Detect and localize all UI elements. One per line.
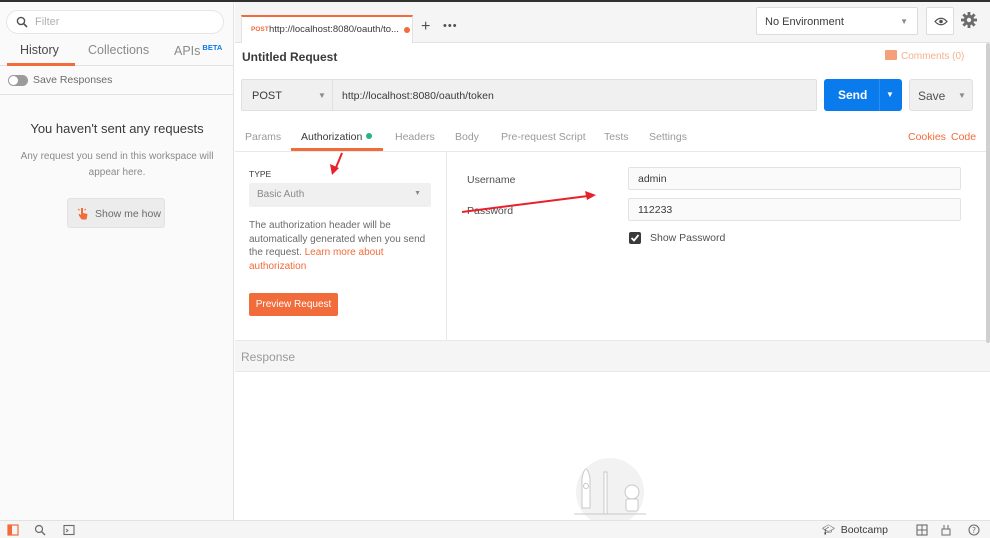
response-header: Response <box>235 340 990 372</box>
empty-state-title: You haven't sent any requests <box>30 121 204 136</box>
sidebar-toggle-icon[interactable] <box>7 524 19 536</box>
two-pane-view-icon[interactable] <box>916 524 928 536</box>
more-tabs-button[interactable]: ••• <box>443 20 458 32</box>
password-label: Password <box>467 205 514 217</box>
sidebar-divider <box>0 94 234 95</box>
comment-icon <box>885 50 897 60</box>
pointer-hand-icon <box>77 208 88 220</box>
method-select[interactable]: POST <box>252 90 282 102</box>
type-label: TYPE <box>249 169 272 179</box>
environment-select[interactable]: No Environment ▼ <box>756 7 918 35</box>
find-icon[interactable] <box>34 524 46 536</box>
tab-headers[interactable]: Headers <box>395 131 435 143</box>
code-link[interactable]: Code <box>951 131 976 143</box>
comments-label: Comments (0) <box>901 51 965 62</box>
tab-body[interactable]: Body <box>455 131 479 143</box>
tab-tests[interactable]: Tests <box>604 131 629 143</box>
url-bar: POST ▼ http://localhost:8080/oauth/token <box>241 79 817 111</box>
new-tab-button[interactable]: + <box>421 19 430 35</box>
chevron-down-icon: ▼ <box>318 91 326 100</box>
tab-history[interactable]: History <box>20 43 59 57</box>
tab-authorization[interactable]: Authorization <box>301 131 373 143</box>
save-button[interactable]: Save ▼ <box>909 79 973 111</box>
chevron-down-icon[interactable]: ▼ <box>958 91 966 100</box>
request-tabs-bar: POST http://localhost:8080/oauth/to... +… <box>235 2 990 43</box>
sidebar: Filter History Collections APIs BETA Save… <box>0 2 234 520</box>
bootcamp-label: Bootcamp <box>840 524 888 536</box>
tab-collections[interactable]: Collections <box>88 43 149 57</box>
tab-apis-label: APIs <box>174 44 201 59</box>
cookies-link[interactable]: Cookies <box>908 131 946 143</box>
auth-type-value: Basic Auth <box>257 189 305 200</box>
request-tab-url: http://localhost:8080/oauth/to... <box>269 24 399 35</box>
svg-text:?: ? <box>972 526 976 535</box>
rocket-astronaut-illustration <box>574 458 646 520</box>
sidebar-tabs: History Collections APIs BETA <box>0 38 234 66</box>
preview-request-button[interactable]: Preview Request <box>249 293 338 316</box>
bootcamp-button[interactable]: 🎓︎ Bootcamp <box>822 524 888 536</box>
tab-pre-request-script[interactable]: Pre-request Script <box>501 131 586 143</box>
graduation-cap-icon: 🎓︎ <box>822 525 835 536</box>
url-input[interactable]: http://localhost:8080/oauth/token <box>342 90 494 102</box>
empty-state-description: Any request you send in this workspace w… <box>20 151 214 178</box>
tab-authorization-label: Authorization <box>301 131 363 143</box>
status-bar: 🎓︎ Bootcamp ? <box>0 520 990 538</box>
active-tab-indicator <box>7 63 75 66</box>
auth-type-panel: TYPE Basic Auth ▼ The authorization head… <box>235 152 447 340</box>
password-value: 112233 <box>638 204 673 216</box>
show-password-checkbox[interactable] <box>629 232 641 244</box>
send-label: Send <box>838 88 868 102</box>
chevron-down-icon: ▼ <box>414 190 421 197</box>
username-field[interactable]: admin <box>628 167 961 190</box>
username-label: Username <box>467 174 516 186</box>
response-label: Response <box>241 350 296 364</box>
request-name[interactable]: Untitled Request <box>242 50 337 64</box>
show-me-how-label: Show me how <box>95 208 161 220</box>
active-tab-indicator <box>291 148 383 151</box>
help-icon[interactable]: ? <box>968 524 980 536</box>
environment-label: No Environment <box>765 16 844 28</box>
request-section-tabs: Params Authorization Headers Body Pre-re… <box>235 126 990 152</box>
build-icon[interactable] <box>940 524 952 536</box>
tab-params[interactable]: Params <box>245 131 281 143</box>
chevron-down-icon: ▼ <box>900 17 908 26</box>
checkmark-icon <box>630 234 640 242</box>
search-icon <box>16 16 28 28</box>
filter-input[interactable]: Filter <box>6 10 224 34</box>
gear-icon[interactable] <box>959 10 979 30</box>
eye-icon <box>934 17 948 26</box>
beta-badge: BETA <box>202 43 223 52</box>
comments-button[interactable]: Comments (0) <box>885 50 964 62</box>
request-tab-method: POST <box>251 26 269 33</box>
show-password-label: Show Password <box>650 232 726 244</box>
toggle-switch[interactable] <box>8 75 28 86</box>
main-scrollbar[interactable] <box>986 43 990 343</box>
divider <box>879 79 880 111</box>
unsaved-dot <box>404 27 410 33</box>
save-label: Save <box>918 89 946 103</box>
console-icon[interactable] <box>63 524 75 536</box>
filter-placeholder: Filter <box>35 16 60 28</box>
tab-apis[interactable]: APIs BETA <box>174 43 222 58</box>
auth-type-select[interactable]: Basic Auth ▼ <box>249 183 431 207</box>
send-button[interactable]: Send ▼ <box>824 79 902 111</box>
auth-credentials-panel: Username admin Password 112233 Show Pass… <box>448 152 990 340</box>
active-dot <box>366 133 373 139</box>
tab-settings[interactable]: Settings <box>649 131 687 143</box>
show-me-how-button[interactable]: Show me how <box>67 198 165 228</box>
request-tab[interactable]: POST http://localhost:8080/oauth/to... <box>241 15 413 43</box>
divider <box>332 80 333 110</box>
chevron-down-icon[interactable]: ▼ <box>886 90 894 99</box>
password-field[interactable]: 112233 <box>628 198 961 221</box>
environment-quick-look-button[interactable] <box>926 7 954 35</box>
username-value: admin <box>638 173 667 185</box>
auth-description: The authorization header will be automat… <box>249 219 434 273</box>
save-responses-label: Save Responses <box>33 74 113 86</box>
